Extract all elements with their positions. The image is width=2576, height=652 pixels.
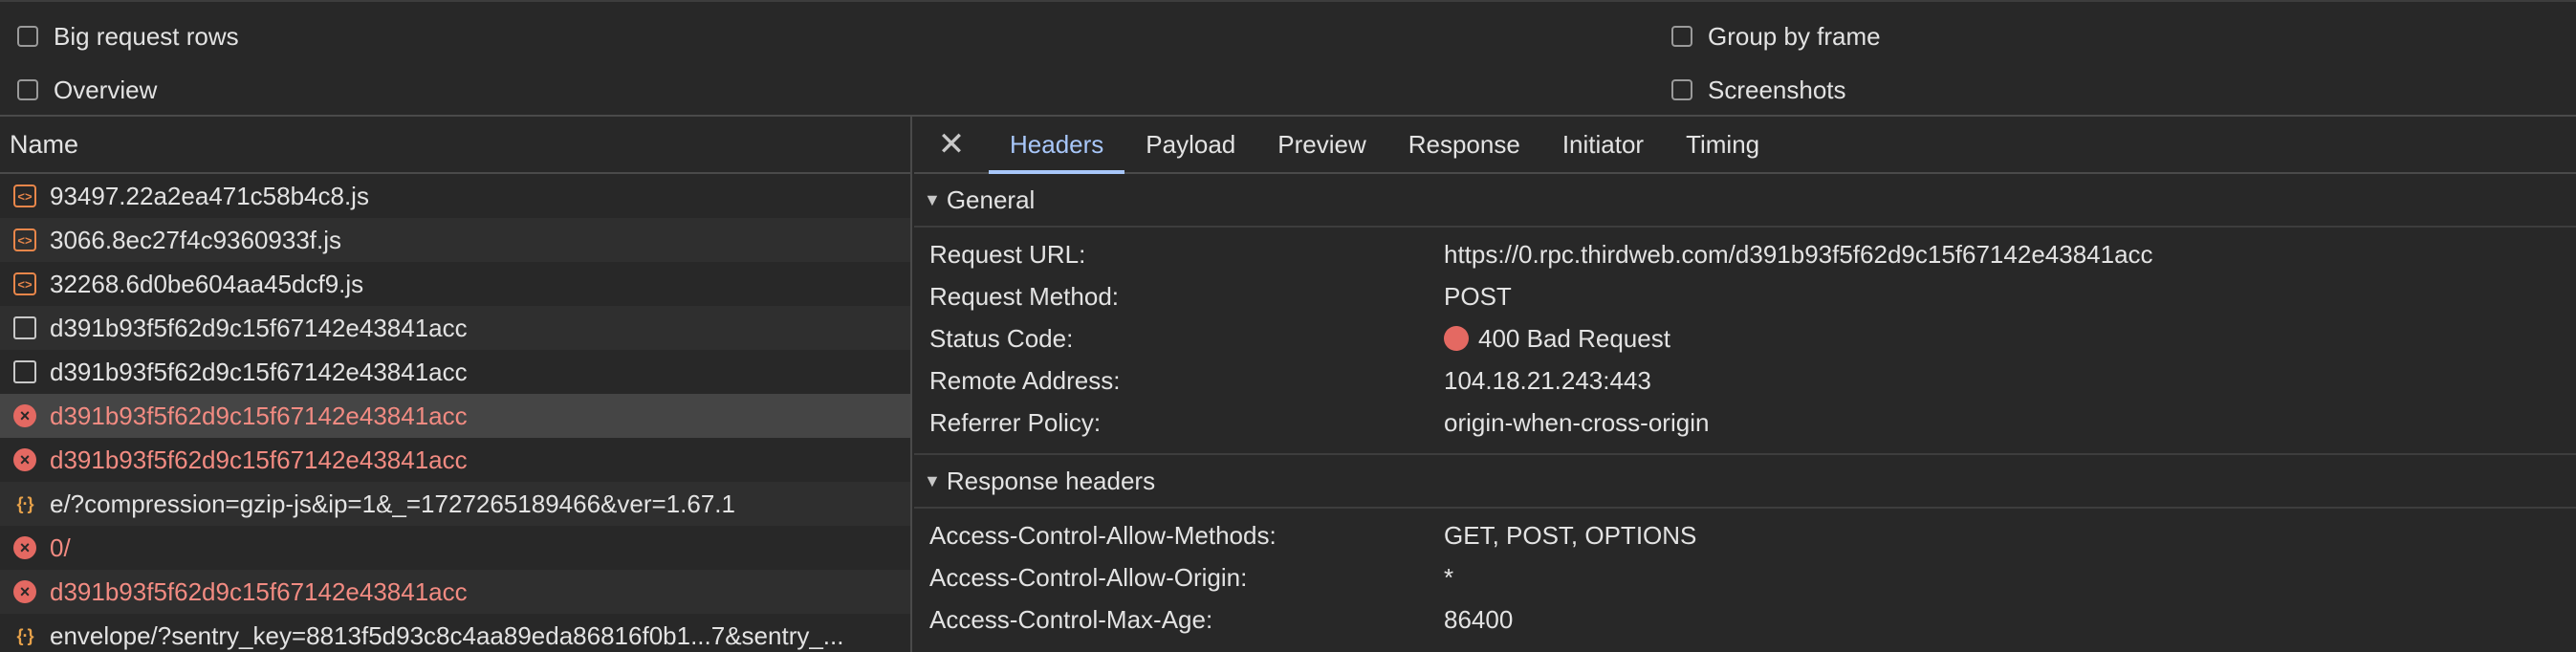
name-column-header[interactable]: Name <box>0 117 910 174</box>
header-key: Request Method: <box>929 281 1120 311</box>
header-row-referrer-policy: Referrer Policy: origin-when-cross-origi… <box>914 402 2576 444</box>
request-name: d391b93f5f62d9c15f67142e43841acc <box>50 357 468 386</box>
request-name: envelope/?sentry_key=8813f5d93c8c4aa89ed… <box>50 620 844 650</box>
script-icon: <> <box>13 185 36 207</box>
header-row-request-method: Request Method: POST <box>914 275 2576 317</box>
table-row[interactable]: × d391b93f5f62d9c15f67142e43841acc <box>0 438 910 482</box>
xhr-icon: {·} <box>16 625 33 645</box>
overview-label: Overview <box>54 75 158 104</box>
group-by-frame-checkbox[interactable] <box>1671 26 1692 47</box>
header-row-request-url: Request URL: https://0.rpc.thirdweb.com/… <box>914 233 2576 275</box>
xhr-icon: {·} <box>16 493 33 513</box>
triangle-down-icon: ▼ <box>924 470 941 490</box>
network-settings-bar: Big request rows Overview Group by frame… <box>0 0 2576 117</box>
request-name: d391b93f5f62d9c15f67142e43841acc <box>50 445 468 474</box>
close-icon[interactable]: ✕ <box>914 117 989 172</box>
header-row-status-code: Status Code: 400 Bad Request <box>914 317 2576 359</box>
header-value[interactable]: POST <box>1444 282 1512 312</box>
header-key: Referrer Policy: <box>929 407 1102 437</box>
request-name: d391b93f5f62d9c15f67142e43841acc <box>50 401 468 430</box>
response-headers-section: Access-Control-Allow-Methods: GET, POST,… <box>914 509 2576 650</box>
big-request-rows-label: Big request rows <box>54 21 239 51</box>
header-value[interactable]: 104.18.21.243:443 <box>1444 366 1651 396</box>
script-icon: <> <box>13 228 36 251</box>
table-row[interactable]: d391b93f5f62d9c15f67142e43841acc <box>0 306 910 350</box>
header-key: Request URL: <box>929 239 1086 269</box>
general-section-title: General <box>946 185 1036 214</box>
header-row-remote-address: Remote Address: 104.18.21.243:443 <box>914 359 2576 402</box>
header-value[interactable]: https://0.rpc.thirdweb.com/d391b93f5f62d… <box>1444 240 2153 270</box>
table-row-selected[interactable]: × d391b93f5f62d9c15f67142e43841acc <box>0 394 910 438</box>
table-row[interactable]: × d391b93f5f62d9c15f67142e43841acc <box>0 570 910 614</box>
triangle-down-icon: ▼ <box>924 189 941 209</box>
details-tabbar: ✕ Headers Payload Preview Response Initi… <box>914 117 2576 174</box>
request-name: 93497.22a2ea471c58b4c8.js <box>50 181 369 210</box>
table-row[interactable]: <> 93497.22a2ea471c58b4c8.js <box>0 174 910 218</box>
header-value[interactable]: GET, POST, OPTIONS <box>1444 521 1696 551</box>
overview-option[interactable]: Overview <box>17 71 157 109</box>
header-value[interactable]: 86400 <box>1444 605 1513 635</box>
group-by-frame-option[interactable]: Group by frame <box>1671 17 1881 55</box>
overview-checkbox[interactable] <box>17 79 38 100</box>
response-headers-section-title: Response headers <box>946 466 1156 495</box>
request-name: 0/ <box>50 532 71 562</box>
screenshots-label: Screenshots <box>1708 75 1846 104</box>
request-name: d391b93f5f62d9c15f67142e43841acc <box>50 313 468 342</box>
big-request-rows-option[interactable]: Big request rows <box>17 17 239 55</box>
error-icon: × <box>13 404 36 427</box>
error-icon: × <box>13 448 36 471</box>
header-value[interactable]: * <box>1444 563 1453 593</box>
request-details-panel: ✕ Headers Payload Preview Response Initi… <box>914 117 2576 652</box>
table-row[interactable]: <> 32268.6d0be604aa45dcf9.js <box>0 262 910 306</box>
header-key: Access-Control-Allow-Methods: <box>929 520 1277 550</box>
request-name: 3066.8ec27f4c9360933f.js <box>50 225 342 254</box>
tab-response[interactable]: Response <box>1387 117 1541 172</box>
request-name: e/?compression=gzip-js&ip=1&_=1727265189… <box>50 489 735 518</box>
screenshots-option[interactable]: Screenshots <box>1671 71 1846 109</box>
table-row[interactable]: <> 3066.8ec27f4c9360933f.js <box>0 218 910 262</box>
header-row-allow-origin: Access-Control-Allow-Origin: * <box>914 556 2576 598</box>
header-key: Access-Control-Max-Age: <box>929 604 1213 634</box>
request-name: d391b93f5f62d9c15f67142e43841acc <box>50 576 468 606</box>
request-list: Name <> 93497.22a2ea471c58b4c8.js <> 306… <box>0 117 912 652</box>
general-section: Request URL: https://0.rpc.thirdweb.com/… <box>914 228 2576 455</box>
big-request-rows-checkbox[interactable] <box>17 26 38 47</box>
group-by-frame-label: Group by frame <box>1708 21 1881 51</box>
table-row[interactable]: d391b93f5f62d9c15f67142e43841acc <box>0 350 910 394</box>
header-key: Status Code: <box>929 323 1074 353</box>
response-headers-section-header[interactable]: ▼ Response headers <box>914 455 2576 509</box>
tab-initiator[interactable]: Initiator <box>1541 117 1665 172</box>
tab-headers[interactable]: Headers <box>989 117 1125 174</box>
request-name: 32268.6d0be604aa45dcf9.js <box>50 269 364 298</box>
header-value[interactable]: origin-when-cross-origin <box>1444 408 1709 438</box>
header-key: Remote Address: <box>929 365 1121 395</box>
document-icon <box>13 360 36 383</box>
status-code-value[interactable]: 400 Bad Request <box>1444 324 1670 354</box>
header-key: Access-Control-Allow-Origin: <box>929 562 1248 592</box>
name-column-label: Name <box>10 129 79 159</box>
tab-timing[interactable]: Timing <box>1665 117 1780 172</box>
status-error-icon <box>1444 326 1469 351</box>
screenshots-checkbox[interactable] <box>1671 79 1692 100</box>
status-code-text: 400 Bad Request <box>1478 323 1670 353</box>
script-icon: <> <box>13 272 36 295</box>
error-icon: × <box>13 580 36 603</box>
general-section-header[interactable]: ▼ General <box>914 174 2576 228</box>
table-row[interactable]: × 0/ <box>0 526 910 570</box>
table-row[interactable]: {·} e/?compression=gzip-js&ip=1&_=172726… <box>0 482 910 526</box>
tab-preview[interactable]: Preview <box>1256 117 1386 172</box>
table-row[interactable]: {·} envelope/?sentry_key=8813f5d93c8c4aa… <box>0 614 910 652</box>
header-row-allow-methods: Access-Control-Allow-Methods: GET, POST,… <box>914 514 2576 556</box>
tab-payload[interactable]: Payload <box>1124 117 1256 172</box>
document-icon <box>13 316 36 339</box>
error-icon: × <box>13 536 36 559</box>
header-row-max-age: Access-Control-Max-Age: 86400 <box>914 598 2576 641</box>
